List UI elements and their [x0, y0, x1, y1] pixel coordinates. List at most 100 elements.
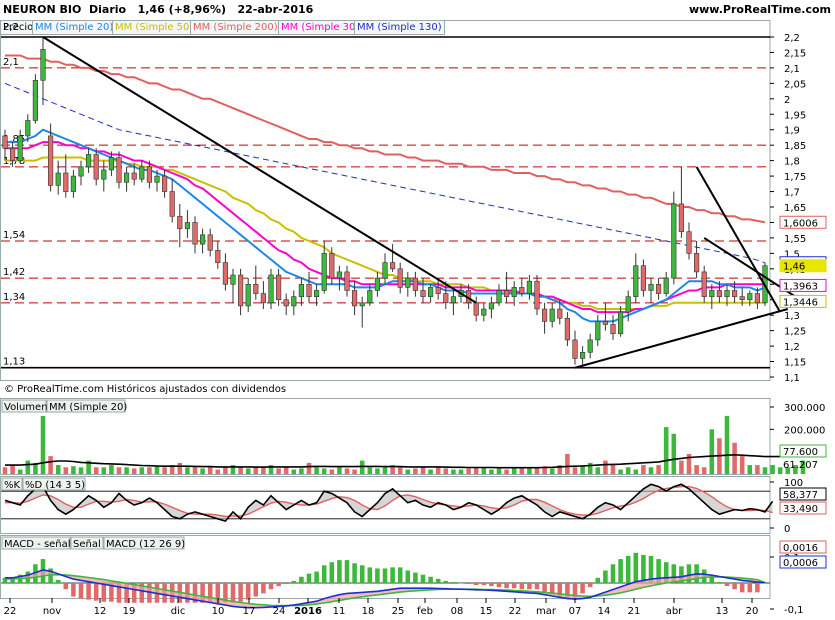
volume-bar	[428, 469, 433, 474]
candle-body	[526, 280, 532, 294]
candle-body	[443, 293, 449, 304]
volume-bar	[777, 467, 783, 474]
macd-hist-bar	[359, 565, 365, 583]
candle-body	[709, 290, 715, 297]
candle-body	[412, 277, 418, 291]
volume-bar	[724, 415, 730, 474]
x-tick-label: 19	[123, 606, 136, 617]
candle-body	[329, 253, 335, 279]
macd-hist-bar	[732, 583, 737, 590]
macd-hist-bar	[428, 576, 433, 583]
volume-bar	[413, 468, 418, 474]
volume-bar	[451, 469, 456, 474]
macd-hist-bar	[253, 583, 259, 597]
volume-bar	[625, 467, 631, 474]
volume-bar	[344, 468, 350, 474]
volume-bar	[382, 467, 388, 474]
volume-bar	[40, 415, 46, 474]
macd-hist-bar	[435, 578, 441, 583]
volume-bar	[337, 467, 342, 474]
macd-hist-bar	[382, 568, 388, 583]
macd-hist-bar	[63, 583, 69, 590]
y-tick-label: 1,9	[784, 126, 800, 137]
macd-hist-bar	[504, 583, 509, 589]
volume-bar	[291, 469, 297, 474]
candle-body	[245, 283, 251, 307]
macd-hist-bar	[610, 564, 616, 583]
candle-body	[48, 135, 54, 186]
volume-bar	[405, 469, 411, 474]
x-tick-label: feb	[417, 606, 433, 617]
volume-bar	[299, 468, 304, 474]
volume-bar	[124, 467, 129, 474]
macd-hist-bar	[321, 565, 327, 583]
volume-bar	[238, 467, 243, 474]
candle-body	[481, 308, 487, 316]
volume-bar	[352, 469, 357, 474]
volume-bar	[641, 465, 646, 474]
volume-bar	[78, 467, 84, 474]
volume-bar	[466, 468, 471, 474]
macd-hist-bar	[306, 573, 312, 583]
y-tick-label: 2,05	[784, 79, 806, 90]
x-tick-label: abr	[666, 606, 683, 617]
volume-bar	[25, 460, 31, 474]
macd-badge-label: 0,0016	[783, 543, 818, 554]
candle-body	[587, 339, 593, 353]
x-tick-label: 17	[243, 606, 256, 617]
candle-body	[124, 172, 130, 183]
volume-bar	[17, 469, 23, 474]
volume-bar	[185, 467, 190, 474]
volume-bar	[755, 465, 760, 474]
candle-body	[602, 321, 608, 325]
trendline	[695, 166, 782, 313]
macd-hist-bar	[641, 554, 646, 583]
candle-body	[78, 166, 84, 177]
volume-bar	[109, 465, 114, 474]
volume-bar	[633, 469, 639, 474]
volume-bar	[747, 465, 753, 474]
volume-ma-badge-label: 61.207	[783, 460, 818, 471]
volume-bar	[671, 433, 677, 474]
candle-body	[184, 222, 190, 229]
candle-body	[450, 296, 456, 304]
volume-bar	[162, 467, 167, 474]
candle-body	[732, 290, 738, 297]
macd-hist-bar	[291, 580, 297, 583]
y-tick-label: 1,85	[784, 141, 806, 152]
candle-body	[549, 308, 555, 322]
y-tick-label: 2,1	[784, 64, 800, 75]
stoch-d-legend-label: %D (14 3 5)	[25, 480, 85, 491]
candle-body	[701, 271, 707, 297]
x-tick-label: 14	[598, 606, 611, 617]
volume-bar	[329, 469, 335, 474]
macd-hist-bar	[625, 555, 631, 583]
macd-hist-bar	[633, 552, 639, 583]
volume-bar	[253, 467, 259, 474]
volume-bar	[276, 468, 281, 474]
macd-hist-bar	[375, 568, 380, 583]
macd-hist-bar	[587, 583, 593, 588]
volume-bar	[200, 468, 205, 474]
volume-bar	[215, 469, 221, 474]
candle-body	[177, 215, 183, 229]
candle-body	[154, 175, 160, 183]
macd-hist-bar	[71, 583, 76, 597]
volume-bar	[709, 429, 715, 474]
candle-body	[511, 287, 517, 297]
candle-body	[496, 290, 502, 304]
volume-bar	[93, 467, 99, 474]
y-tick-label: 1,65	[784, 203, 806, 214]
stoch-tick-label: 0	[784, 524, 790, 535]
macd-hist-bar	[55, 579, 61, 583]
volume-bar	[595, 467, 601, 474]
candle-body	[572, 339, 578, 359]
macd-hist-legend-label: MACD - señal	[4, 539, 71, 550]
candle-body	[519, 287, 525, 294]
candle-body	[435, 287, 441, 294]
volume-bar	[739, 456, 745, 474]
volume-bar	[321, 468, 327, 474]
volume-bar	[116, 467, 122, 474]
candle-body	[40, 49, 46, 81]
macd-hist-bar	[283, 583, 289, 585]
